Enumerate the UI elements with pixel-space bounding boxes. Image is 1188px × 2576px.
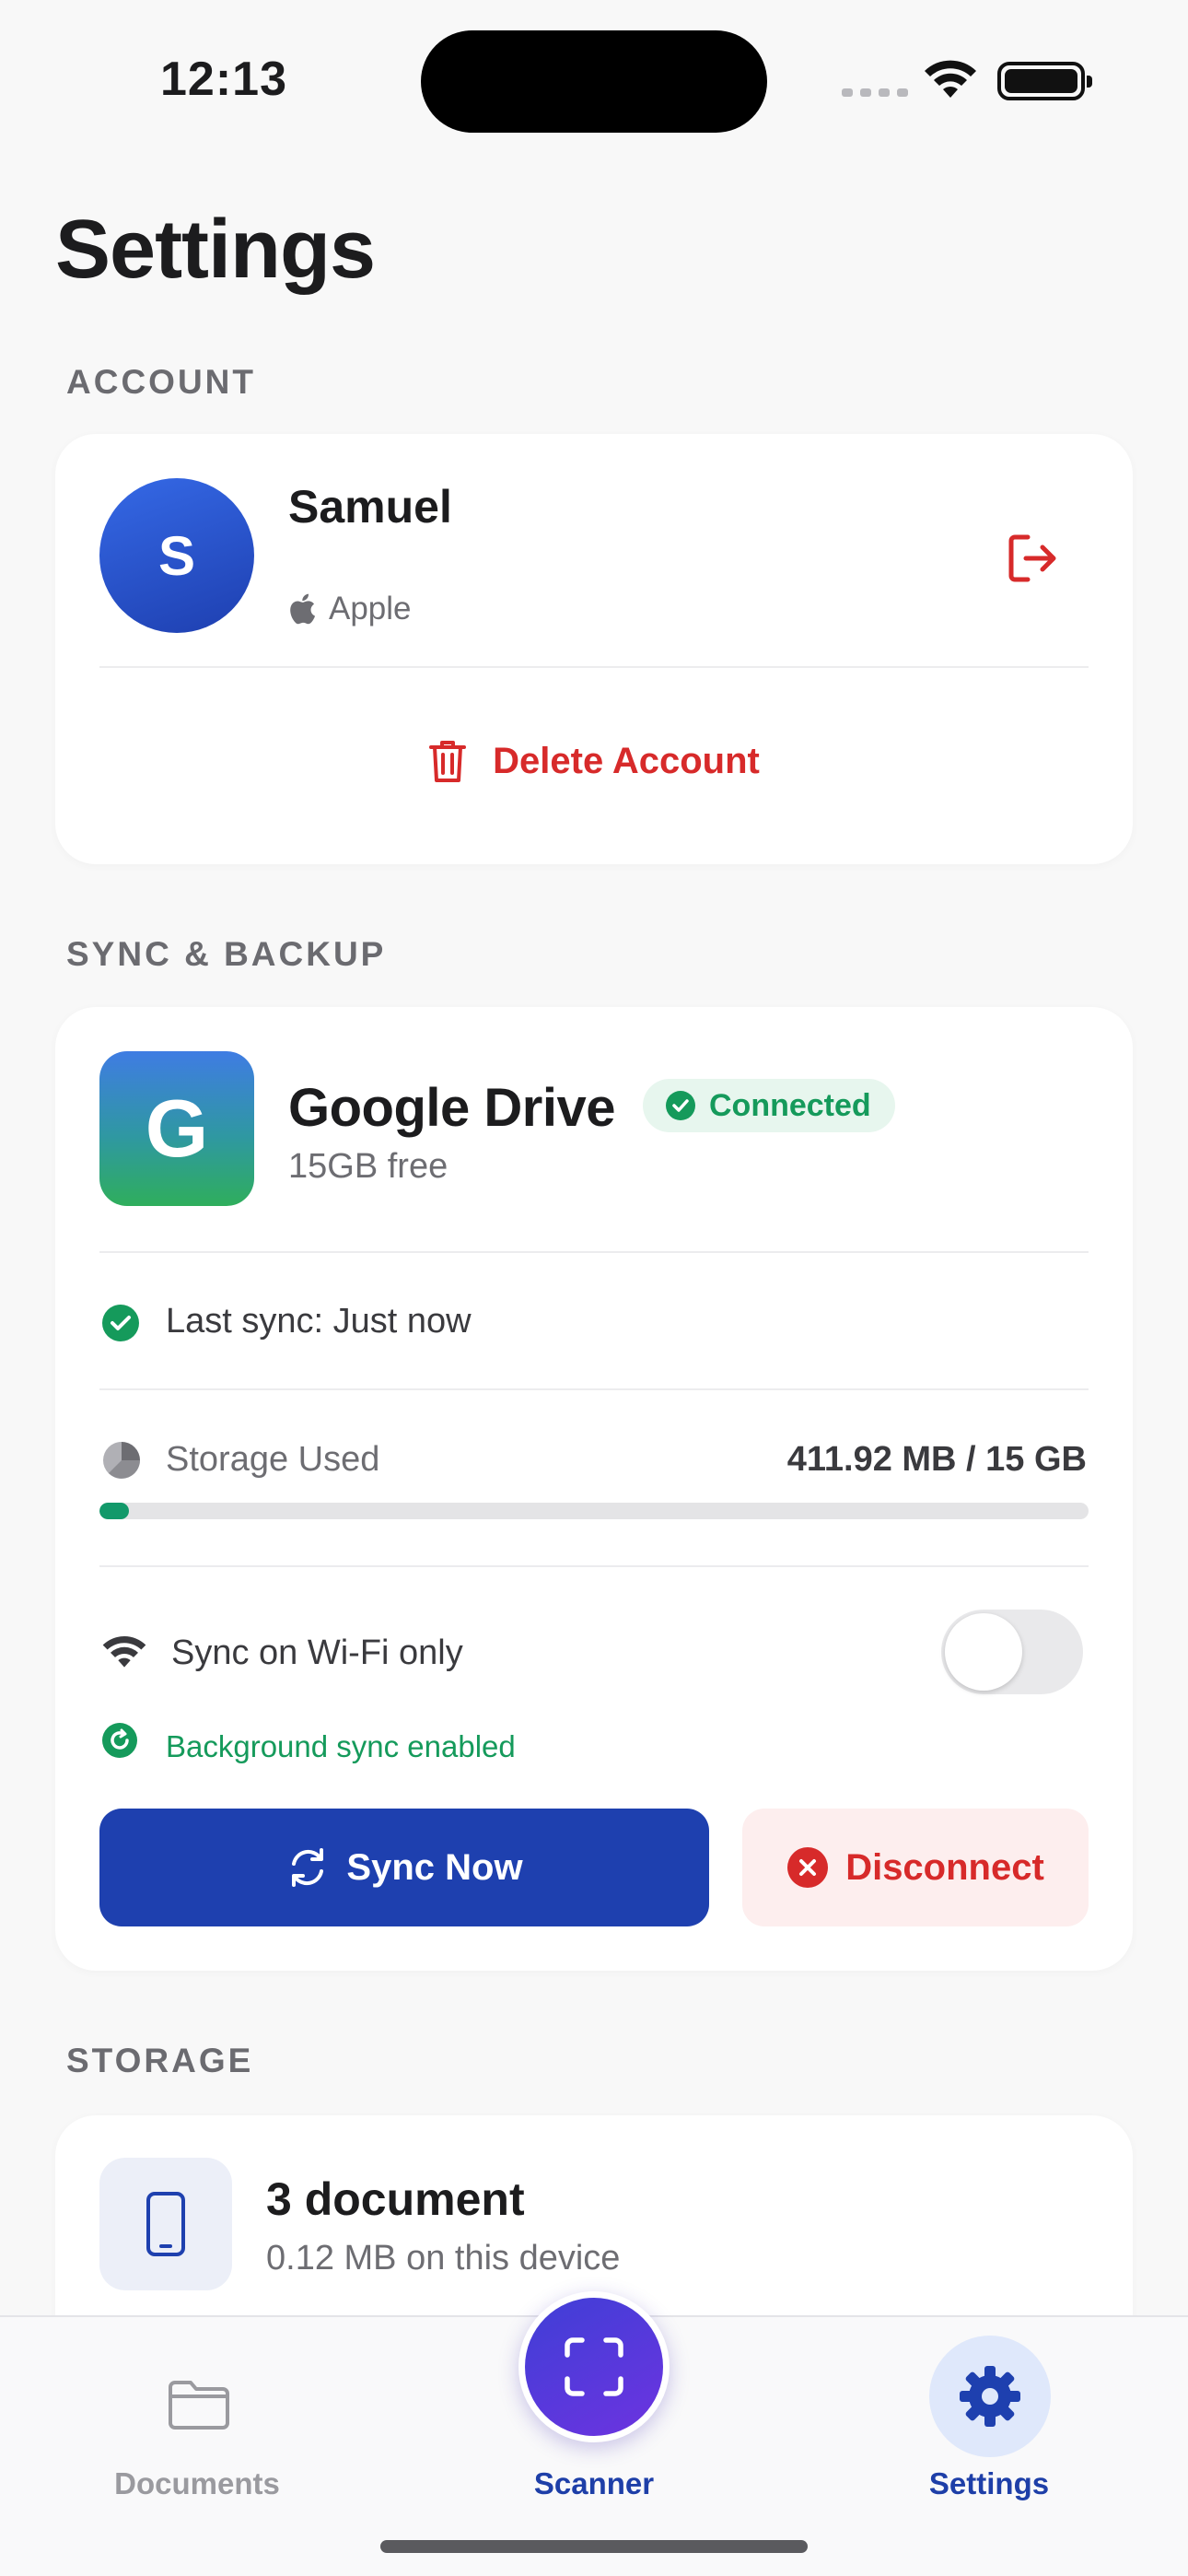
account-divider [99,666,1089,668]
tab-documents-label: Documents [114,2466,280,2500]
pie-chart-icon [103,1442,140,1479]
storage-used-label: Storage Used [166,1440,380,1479]
service-name: Google Drive [288,1078,615,1138]
delete-account-label: Delete Account [493,740,760,781]
wifi-only-label: Sync on Wi-Fi only [171,1633,463,1672]
disconnect-button[interactable]: Disconnect [742,1809,1089,1926]
wifi-only-toggle[interactable] [941,1610,1083,1694]
settings-tab-highlight [929,2336,1051,2457]
wifi-icon [925,60,976,98]
gear-icon [960,2366,1020,2427]
tab-scanner-label: Scanner [533,2466,655,2500]
document-size: 0.12 MB on this device [266,2239,621,2277]
apple-icon [290,593,316,625]
google-drive-icon: G [99,1051,254,1206]
check-circle-icon [102,1305,139,1341]
page-title: Settings [55,204,376,296]
login-provider: Apple [288,591,412,627]
storage-progress-fill [99,1503,129,1519]
status-time: 12:13 [160,53,287,106]
storage-progress [99,1503,1089,1519]
status-badge: Connected [643,1079,895,1132]
trash-icon [429,741,467,782]
tab-documents[interactable]: Documents [59,2354,335,2538]
settings-screen: 12:13 Settings ACCOUNT S Samuel Apple De… [0,0,1188,2576]
smartphone-icon [146,2192,185,2256]
section-label-account: ACCOUNT [66,363,256,401]
sync-icon [292,1848,324,1887]
user-name: Samuel [288,481,452,533]
free-space: 15GB free [288,1147,448,1186]
logout-icon[interactable] [1004,530,1061,587]
login-provider-label: Apple [329,591,412,626]
sync-divider-1 [99,1251,1089,1253]
check-circle-icon [666,1091,695,1120]
dynamic-island [421,30,767,133]
last-sync: Last sync: Just now [166,1302,472,1341]
cellular-signal-icon [842,88,908,97]
close-circle-icon [787,1847,829,1888]
battery-icon [997,62,1092,100]
delete-account-button[interactable]: Delete Account [55,738,1133,784]
tab-settings-label: Settings [928,2466,1050,2500]
sync-divider-3 [99,1565,1089,1567]
folder-icon [169,2381,229,2430]
scanner-button-inner [525,2298,663,2436]
device-icon-box [99,2158,232,2290]
status-badge-label: Connected [709,1087,871,1123]
disconnect-label: Disconnect [845,1846,1044,1888]
toggle-knob [945,1613,1022,1691]
sync-card: G Google Drive Connected 15GB free Last … [55,1007,1133,1971]
avatar: S [99,478,254,633]
sync-now-label: Sync Now [346,1846,523,1888]
document-count: 3 document [266,2173,525,2225]
account-card: S Samuel Apple Delete Account [55,434,1133,864]
section-label-storage: STORAGE [66,2042,254,2079]
sync-now-button[interactable]: Sync Now [99,1809,709,1926]
sync-divider-2 [99,1388,1089,1390]
scanner-button[interactable] [518,2291,670,2442]
storage-used-value: 411.92 MB / 15 GB [786,1440,1087,1479]
home-indicator [380,2540,808,2553]
refresh-circle-icon [102,1723,137,1758]
wifi-icon [102,1635,146,1668]
section-label-sync: SYNC & BACKUP [66,935,387,973]
background-sync-status: Background sync enabled [166,1729,516,1763]
scan-frame-icon [565,2337,623,2396]
